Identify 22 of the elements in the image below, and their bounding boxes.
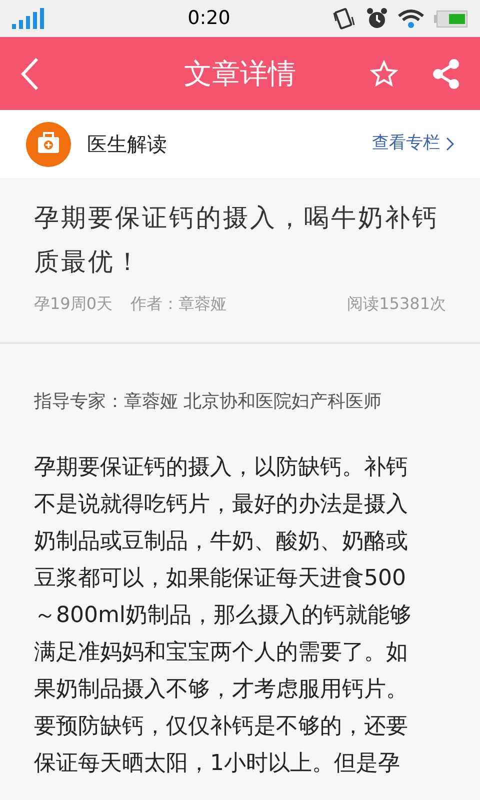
- vibrate-icon: [332, 6, 356, 30]
- favorite-button[interactable]: [370, 60, 398, 88]
- author: 作者：章蓉娅: [130, 293, 228, 315]
- page-title: 文章详情: [184, 56, 296, 92]
- medical-kit-icon: [26, 122, 71, 166]
- star-icon: [370, 60, 398, 88]
- view-column-link[interactable]: 查看专栏: [372, 131, 454, 157]
- chevron-right-icon: [446, 137, 454, 151]
- column-label: 医生解读: [87, 131, 168, 158]
- read-count: 阅读15381次: [347, 293, 446, 315]
- alarm-icon: [366, 6, 388, 30]
- share-button[interactable]: [432, 58, 460, 88]
- back-icon: [20, 56, 40, 90]
- expert-line: 指导专家：章蓉娅 北京协和医院妇产科医师: [34, 390, 383, 414]
- signal-icon: [12, 8, 46, 30]
- article-title: 孕期要保证钙的摄入，喝牛奶补钙质最优！: [34, 202, 440, 278]
- wifi-icon: [398, 8, 424, 28]
- share-icon: [432, 58, 460, 88]
- battery-icon: [434, 10, 468, 28]
- pregnancy-week: 孕19周0天: [34, 293, 113, 315]
- article-body: 孕期要保证钙的摄入，以防缺钙。补钙 不是说就得吃钙片，最好的办法是摄入 奶制品或豆制品，牛奶、酸奶、奶酪或 豆浆都可以，如果能保证每天进食500 ～800ml奶制品，那么摄入的钙就能够 满足准妈妈和宝宝两个人的需要了。如 果奶制品摄入不够，才考虑服用钙片。 要预防缺钙，仅仅补钙是不够的，还要 保证每天晒太阳，1小时以上。但是孕: [34, 454, 413, 778]
- status-time: 0:20: [188, 6, 230, 32]
